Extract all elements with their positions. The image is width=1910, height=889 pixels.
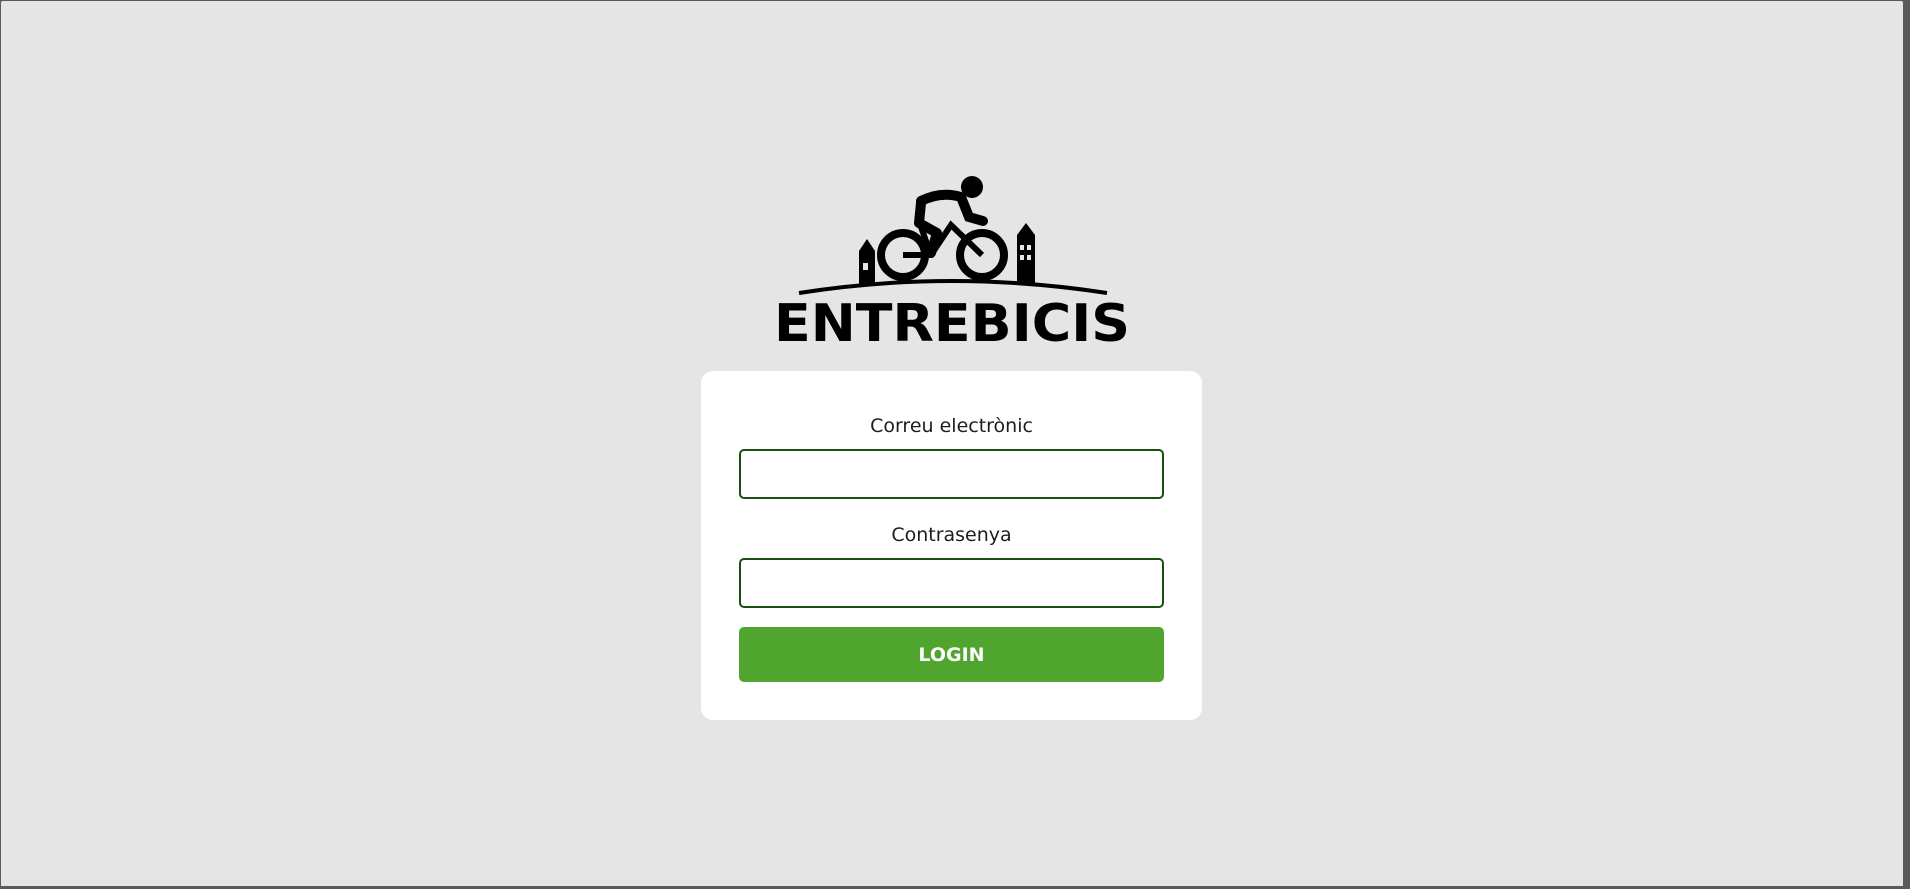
login-button[interactable]: LOGIN <box>739 627 1164 682</box>
password-field[interactable] <box>739 558 1164 608</box>
email-label: Correu electrònic <box>870 415 1033 437</box>
cyclist-city-icon <box>798 176 1108 295</box>
login-card: Correu electrònic Contrasenya LOGIN <box>701 371 1202 720</box>
login-page: ENTREBICIS Correu electrònic Contrasenya… <box>1 1 1903 886</box>
entrebicis-logo: ENTREBICIS <box>774 176 1130 349</box>
password-label: Contrasenya <box>891 524 1012 546</box>
window-edge <box>1904 0 1910 889</box>
brand-wordmark: ENTREBICIS <box>774 294 1130 349</box>
email-field[interactable] <box>739 449 1164 499</box>
